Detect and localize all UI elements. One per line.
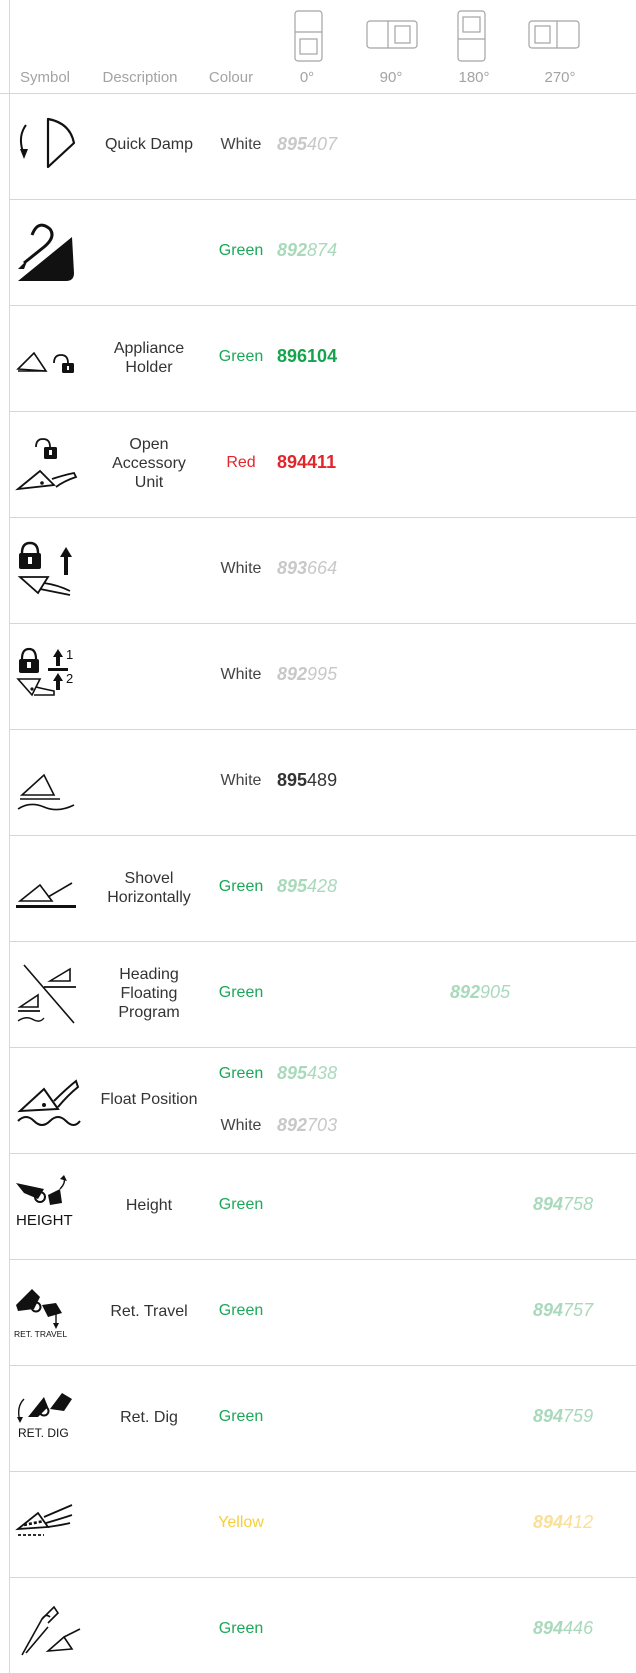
table-row-open-accessory-unit: Open Accessory Unit Red 894411 (10, 411, 636, 518)
colour: White (220, 136, 262, 153)
part-number: 892874 (277, 240, 338, 260)
part-number: 894758 (533, 1194, 594, 1214)
part-number: 892905 (450, 982, 511, 1002)
lock-raise-icon (17, 541, 72, 596)
height-icon: HEIGHT (16, 1175, 73, 1229)
orientation-90-icon (366, 20, 418, 49)
part-number: 894446 (533, 1618, 594, 1638)
colour: Green (218, 1196, 264, 1213)
colour: Green (218, 1620, 264, 1637)
description: Ret. Dig (120, 1409, 178, 1426)
part-number: 893664 (277, 558, 338, 578)
svg-text:2: 2 (66, 671, 73, 686)
lock-two-stage-raise-icon: 1 2 (16, 647, 73, 697)
return-to-travel-icon: RET. TRAVEL (14, 1289, 67, 1339)
colour: Green (218, 1065, 264, 1082)
header-description: Description (102, 69, 178, 86)
colour: Yellow (218, 1514, 264, 1531)
table-row-height: HEIGHT Height Green 894758 (10, 1153, 636, 1260)
table-header: Symbol Description Colour 0° 90° 180° 27… (0, 0, 636, 94)
tipping-body-icon (18, 223, 74, 281)
colour: Green (218, 878, 264, 895)
description: Ret. Travel (110, 1303, 188, 1320)
orientation-180-icon (457, 10, 486, 62)
header-symbol: Symbol (19, 69, 71, 86)
table-row-appliance-holder: Appliance Holder Green 896104 (10, 305, 636, 412)
return-to-dig-icon: RET. DIG (17, 1393, 72, 1440)
float-position-icon (17, 1079, 81, 1126)
part-number: 894412 (533, 1512, 594, 1532)
colour: White (220, 560, 262, 577)
description: Open Accessory Unit (112, 436, 186, 491)
part-number: 894757 (533, 1300, 594, 1320)
header-colour: Colour (208, 69, 254, 86)
part-number: 895489 (277, 770, 338, 790)
colour: Green (218, 984, 264, 1001)
description: Quick Damp (104, 136, 194, 153)
svg-text:RET. TRAVEL: RET. TRAVEL (14, 1329, 67, 1339)
table-row-quick-damp: Quick Damp White 895407 (10, 93, 636, 200)
orientation-270-icon (528, 20, 580, 49)
table-row: 1 2 White 892995 (10, 623, 636, 730)
colour: White (220, 666, 262, 683)
svg-text:1: 1 (66, 647, 73, 662)
description: Appliance Holder (113, 340, 185, 376)
open-accessory-unit-icon (15, 438, 78, 491)
colour: Red (226, 454, 256, 471)
table-row-float-position: Float Position Green 895438 White 892703 (10, 1047, 636, 1154)
colour-alt: White (220, 1117, 262, 1134)
part-number: 894759 (533, 1406, 594, 1426)
header-90-degrees: 90° (379, 69, 403, 86)
description: Shovel Horizontally (107, 870, 191, 906)
svg-text:RET. DIG: RET. DIG (18, 1426, 69, 1440)
part-number-alt: 892703 (277, 1115, 338, 1135)
table-row: White 895489 (10, 729, 636, 836)
shovel-horizontally-icon (16, 882, 76, 908)
table-row: Green 894446 (10, 1577, 636, 1673)
colour: Green (218, 348, 264, 365)
appliance-holder-lock-icon (16, 351, 74, 373)
colour: Green (218, 242, 264, 259)
colour: White (220, 772, 262, 789)
part-number: 895407 (277, 134, 338, 154)
boom-attachment-icon (21, 1605, 81, 1656)
part-number: 895428 (277, 876, 338, 896)
colour: Green (218, 1302, 264, 1319)
part-number: 894411 (277, 452, 337, 472)
part-number: 895438 (277, 1063, 338, 1083)
table-row-ret-travel: RET. TRAVEL Ret. Travel Green 894757 (10, 1259, 636, 1366)
table-row-heading-floating-program: Heading Floating Program Green 892905 (10, 941, 636, 1048)
bucket-level-icon (15, 1504, 73, 1536)
colour: Green (218, 1408, 264, 1425)
table-row-shovel-horizontally: Shovel Horizontally Green 895428 (10, 835, 636, 942)
description: Heading Floating Program (118, 966, 180, 1021)
table-row: White 893664 (10, 517, 636, 624)
table-row: Yellow 894412 (10, 1471, 636, 1578)
header-270-degrees: 270° (544, 69, 576, 86)
description: Float Position (100, 1091, 198, 1108)
part-number: 896104 (277, 346, 338, 366)
part-number: 892995 (277, 664, 338, 684)
description: Height (125, 1197, 173, 1214)
quick-damp-icon (20, 117, 76, 169)
table-row: Green 892874 (10, 199, 636, 306)
symbol-catalog-page: Symbol Description Colour 0° 90° 180° 27… (0, 0, 636, 1673)
svg-text:HEIGHT: HEIGHT (16, 1212, 73, 1229)
header-180-degrees: 180° (458, 69, 490, 86)
header-0-degrees: 0° (299, 69, 315, 86)
shovel-float-icon (17, 773, 75, 811)
heading-floating-program-icon (17, 964, 76, 1024)
orientation-0-icon (294, 10, 323, 62)
table-row-ret-dig: RET. DIG Ret. Dig Green 894759 (10, 1365, 636, 1472)
